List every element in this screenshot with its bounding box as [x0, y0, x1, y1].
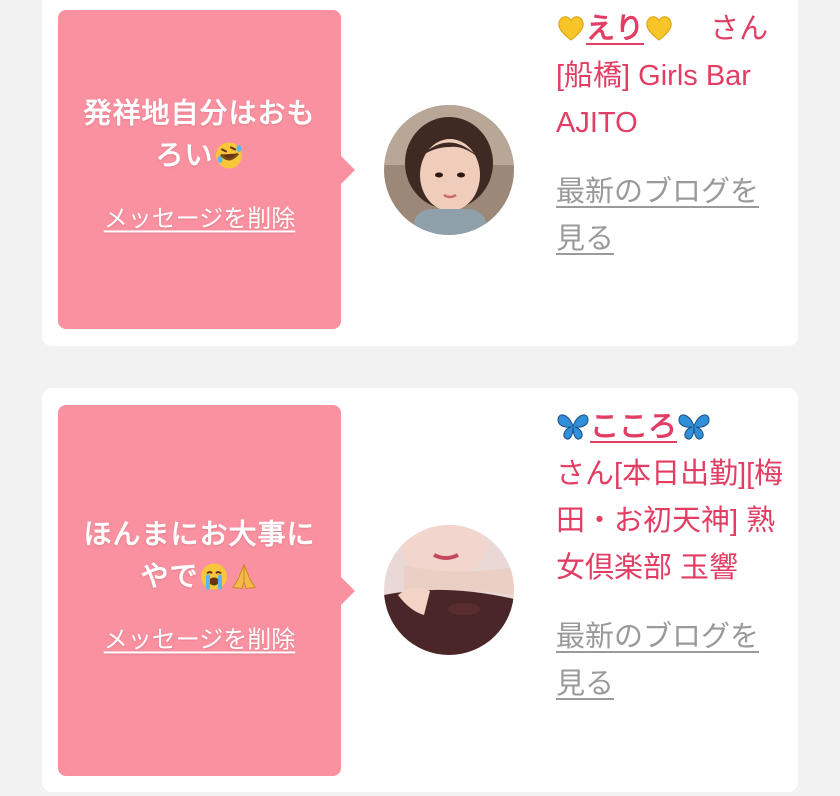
message-card: 発祥地自分はおもろい メッセージを削除 えり さん [船橋] Girls Bar… — [42, 0, 798, 346]
avatar[interactable] — [384, 525, 514, 655]
message-text: 発祥地自分はおもろい — [58, 92, 341, 176]
message-bubble: ほんまにお大事にやで メッセージを削除 — [58, 405, 355, 776]
message-text: ほんまにお大事にやで — [58, 513, 341, 597]
loudly-crying-face-emoji — [200, 562, 227, 589]
profile-info: こころ さん[本日出勤][梅田・お初天神] 熟女倶楽部 玉響 最新のブログを見る — [556, 404, 786, 708]
butterfly-icon — [678, 414, 710, 440]
girl-name-link[interactable]: えり — [556, 13, 674, 45]
delete-message-link[interactable]: メッセージを削除 — [104, 619, 296, 654]
profile-info: えり さん [船橋] Girls Bar AJITO 最新のブログを見る — [556, 6, 786, 263]
latest-blog-link[interactable]: 最新のブログを見る — [556, 169, 786, 263]
message-text-content: 発祥地自分はおもろい — [83, 95, 316, 171]
message-bubble: 発祥地自分はおもろい メッセージを削除 — [58, 10, 355, 329]
folded-hands-emoji — [231, 563, 256, 589]
avatar[interactable] — [384, 105, 514, 235]
honorific: さん — [556, 458, 615, 490]
honorific: さん — [710, 13, 769, 45]
delete-message-link[interactable]: メッセージを削除 — [104, 198, 296, 233]
latest-blog-link[interactable]: 最新のブログを見る — [556, 614, 786, 708]
yellow-heart-icon — [558, 16, 584, 41]
girl-name[interactable]: えり — [586, 13, 644, 45]
message-card: ほんまにお大事にやで メッセージを削除 こころ さん[本日出勤][梅田・お初天神… — [42, 388, 798, 792]
girl-name-link[interactable]: こころ — [556, 411, 711, 443]
butterfly-icon — [557, 414, 589, 440]
rolling-on-floor-laughing-emoji — [215, 141, 242, 168]
shop-name: [船橋] Girls Bar AJITO — [556, 60, 751, 139]
yellow-heart-icon — [646, 16, 672, 41]
girl-name[interactable]: こころ — [590, 411, 677, 443]
